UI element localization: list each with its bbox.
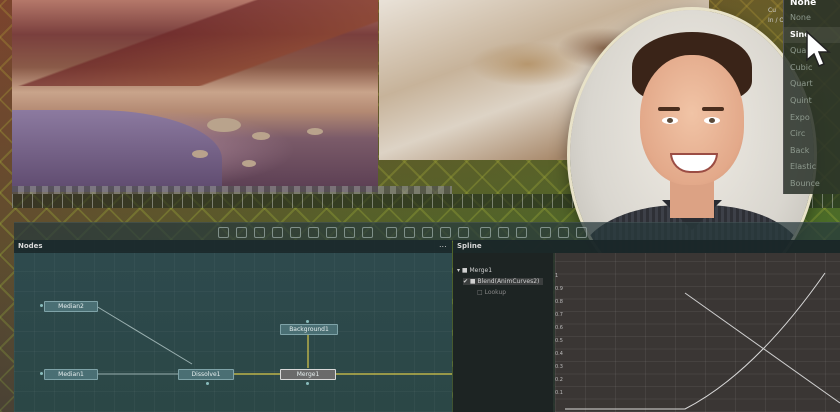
toolbar-tool-icon[interactable] — [254, 227, 265, 238]
easing-option-quart[interactable]: Quart — [784, 76, 840, 93]
easing-selected-value[interactable]: None — [790, 0, 816, 8]
toolbar-tool-icon[interactable] — [480, 227, 491, 238]
easing-option-expo[interactable]: Expo — [784, 110, 840, 127]
node-merge1[interactable]: Merge1 — [280, 369, 336, 380]
rock — [242, 160, 256, 167]
easing-option-elastic[interactable]: Elastic — [784, 159, 840, 176]
spline-more-button[interactable]: ... — [439, 240, 447, 249]
easing-option-quint[interactable]: Quint — [784, 93, 840, 110]
toolbar-tool-icon[interactable] — [308, 227, 319, 238]
spline-panel[interactable]: Spline ... ▾ ■ Merge1 ✔ ■ Blend(AnimCurv… — [439, 240, 840, 412]
toolbar-tool-icon[interactable] — [558, 227, 569, 238]
rock — [252, 132, 270, 140]
tree-item-lookup[interactable]: □ Lookup — [477, 289, 506, 296]
node-background1[interactable]: Background1 — [280, 324, 338, 335]
node-dissolve1[interactable]: Dissolve1 — [178, 369, 234, 380]
toolbar-tool-icon[interactable] — [344, 227, 355, 238]
node-port[interactable] — [40, 304, 43, 307]
node-port[interactable] — [306, 320, 309, 323]
toolbar-tool-icon[interactable] — [326, 227, 337, 238]
toolbar-tool-icon[interactable] — [362, 227, 373, 238]
easing-option-none[interactable]: None — [784, 10, 840, 27]
spline-curve — [565, 272, 840, 410]
easing-option-circ[interactable]: Circ — [784, 126, 840, 143]
avatar-face — [640, 55, 744, 185]
node-median1[interactable]: Median1 — [44, 369, 98, 380]
tree-item-lookup-label: Lookup — [484, 289, 507, 296]
viewer-left[interactable] — [12, 0, 378, 192]
wire-median2-dissolve — [95, 305, 193, 365]
avatar-brow — [702, 107, 724, 111]
toolbar-tool-icon[interactable] — [236, 227, 247, 238]
timeline-checker — [12, 186, 452, 194]
toolbar-tool-icon[interactable] — [540, 227, 551, 238]
toolbar-tool-icon[interactable] — [576, 227, 587, 238]
toolbar-tool-icon[interactable] — [386, 227, 397, 238]
easing-option-back[interactable]: Back — [784, 143, 840, 160]
toolbar-tool-icon[interactable] — [516, 227, 527, 238]
tree-item-merge[interactable]: ▾ ■ Merge1 — [457, 267, 492, 274]
toolbar-tool-icon[interactable] — [458, 227, 469, 238]
tree-item-merge-label: Merge1 — [469, 267, 493, 274]
node-port[interactable] — [306, 382, 309, 385]
viewer-left-water — [12, 110, 222, 192]
spline-graph[interactable]: 1 0.9 0.8 0.7 0.6 0.5 0.4 0.3 0.2 0.1 — [555, 253, 840, 412]
toolbar-tool-icon[interactable] — [440, 227, 451, 238]
tree-item-blend-label: Blend(AnimCurves2) — [477, 278, 540, 285]
avatar-eye — [704, 117, 720, 124]
nodes-panel[interactable]: Nodes Median2 Median1 Dissolve1 Backgrou… — [14, 240, 452, 412]
rock — [307, 128, 323, 135]
node-port[interactable] — [40, 372, 43, 375]
viewer-left-mountain — [12, 0, 378, 87]
rock — [192, 150, 208, 158]
inspector-labels: Cu In / O — [768, 6, 784, 26]
toolbar-tool-icon[interactable] — [218, 227, 229, 238]
toolbar-tool-icon[interactable] — [422, 227, 433, 238]
tree-item-blend[interactable]: ✔ ■ Blend(AnimCurves2) — [463, 278, 544, 285]
toolbar-tool-icon[interactable] — [404, 227, 415, 238]
easing-option-bounce[interactable]: Bounce — [784, 176, 840, 193]
spline-panel-title: Spline — [457, 242, 482, 250]
inspector-label: Cu — [768, 7, 776, 14]
toolbar-tool-icon[interactable] — [290, 227, 301, 238]
toolbar-tool-icon[interactable] — [498, 227, 509, 238]
spline-panel-header: Spline ... — [439, 240, 840, 253]
avatar-eye — [662, 117, 678, 124]
node-median2[interactable]: Median2 — [44, 301, 98, 312]
node-wires — [95, 305, 452, 375]
node-port[interactable] — [206, 382, 209, 385]
avatar-brow — [658, 107, 680, 111]
mouse-pointer-icon — [806, 30, 831, 67]
avatar-mouth — [670, 153, 718, 173]
inspector-label: In / O — [768, 17, 785, 24]
toolbar-tool-icon[interactable] — [272, 227, 283, 238]
rock — [207, 118, 241, 132]
spline-tree[interactable]: ▾ ■ Merge1 ✔ ■ Blend(AnimCurves2) □ Look… — [453, 253, 553, 412]
node-toolbar — [14, 222, 840, 241]
